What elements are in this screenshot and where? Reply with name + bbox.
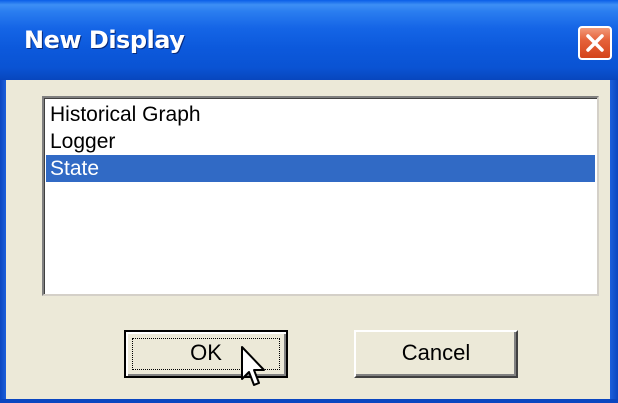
window-frame-right [610,80,618,403]
cancel-button[interactable]: Cancel [354,330,518,378]
cancel-button-label: Cancel [401,340,471,365]
window-frame-left [0,80,6,403]
display-type-listbox[interactable]: Historical Graph Logger State [42,96,599,296]
new-display-dialog: New Display Historical Graph Logger Stat… [0,0,618,403]
close-button[interactable] [578,26,612,60]
list-item-logger[interactable]: Logger [46,128,595,155]
window-frame-bottom [0,399,618,403]
list-item-state[interactable]: State [46,155,595,182]
title-bar[interactable]: New Display [0,0,618,80]
close-x-icon [586,34,604,52]
list-item-historical-graph[interactable]: Historical Graph [46,101,595,128]
mouse-pointer-icon [241,346,265,386]
dialog-title: New Display [24,26,185,54]
